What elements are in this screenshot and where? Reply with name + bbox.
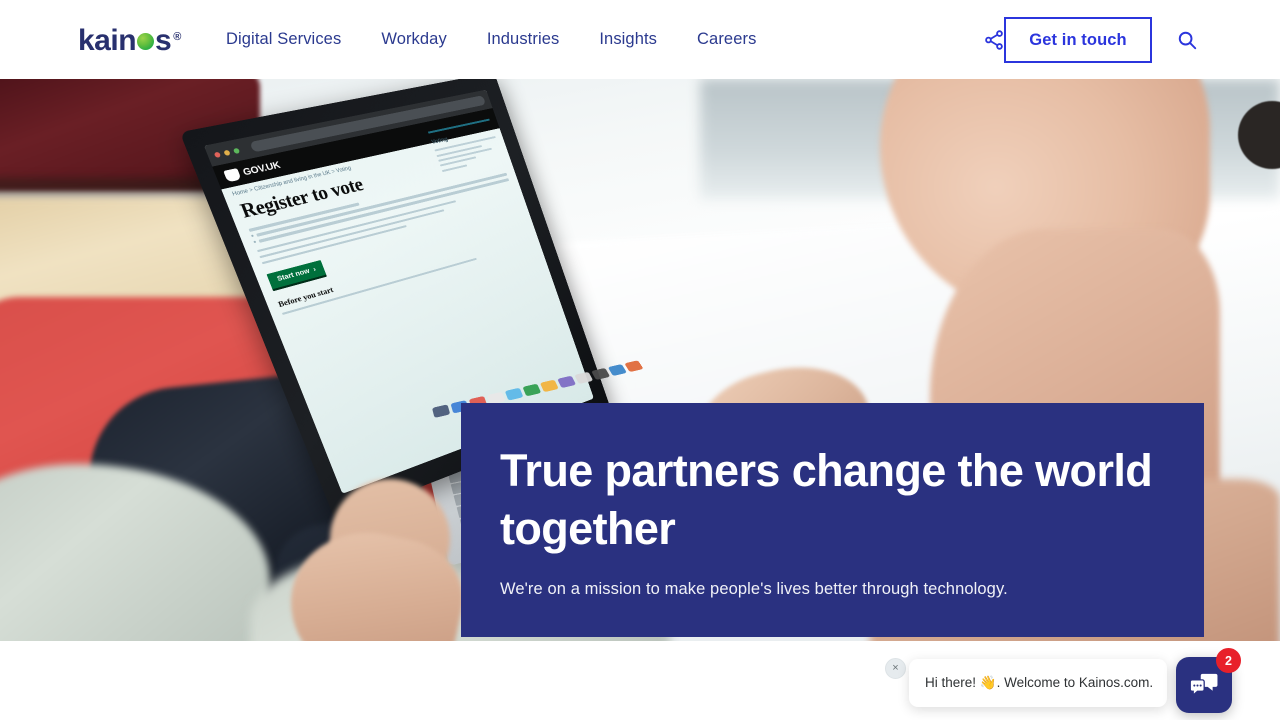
dock-app-icon: [574, 371, 594, 384]
chat-unread-badge: 2: [1216, 648, 1241, 673]
nav-item-digital-services[interactable]: Digital Services: [226, 30, 341, 49]
nav-item-industries[interactable]: Industries: [487, 30, 560, 49]
browser-maximize-dot-icon: [232, 147, 241, 154]
dock-app-icon: [522, 383, 542, 397]
start-now-label: Start now: [276, 267, 311, 283]
nav-item-workday[interactable]: Workday: [381, 30, 447, 49]
primary-navigation: Digital Services Workday Industries Insi…: [226, 0, 756, 79]
bullet-icon: [253, 240, 257, 244]
govuk-wordmark: GOV.UK: [241, 158, 282, 178]
get-in-touch-button[interactable]: Get in touch: [1004, 17, 1152, 63]
search-icon[interactable]: [1176, 29, 1198, 51]
share-icon[interactable]: [983, 29, 1005, 51]
page-root: kain s ® Digital Services Workday Indust…: [0, 0, 1280, 720]
hero-text-panel: True partners change the world together …: [461, 403, 1204, 637]
hero-subheading: We're on a mission to make people's live…: [500, 580, 1008, 598]
site-header: kain s ® Digital Services Workday Indust…: [0, 0, 1280, 79]
dock-app-icon: [431, 404, 451, 418]
bullet-icon: [250, 234, 255, 238]
browser-minimize-dot-icon: [223, 149, 231, 156]
kainos-logo[interactable]: kain s ®: [78, 26, 181, 56]
nav-item-careers[interactable]: Careers: [697, 30, 756, 49]
crown-icon: [223, 167, 242, 182]
registered-trademark-icon: ®: [173, 31, 182, 43]
dock-app-icon: [590, 367, 611, 380]
chat-close-button[interactable]: ×: [885, 658, 906, 679]
logo-green-dot-icon: [137, 33, 155, 50]
dock-app-icon: [557, 375, 576, 388]
dock-app-icon: [504, 387, 524, 401]
logo-text-kain: kain: [78, 24, 137, 57]
chat-bubbles-icon: [1189, 673, 1218, 697]
dock-app-icon: [624, 359, 644, 372]
browser-close-dot-icon: [213, 151, 221, 158]
chat-greeting-message[interactable]: Hi there! 👋. Welcome to Kainos.com.: [909, 659, 1167, 707]
nav-item-insights[interactable]: Insights: [599, 30, 657, 49]
hero-heading: True partners change the world together: [500, 445, 1153, 554]
logo-text-s: s: [155, 24, 172, 57]
dock-app-icon: [539, 379, 559, 392]
dock-app-icon: [607, 363, 627, 376]
chevron-right-icon: ›: [311, 265, 317, 273]
govuk-start-now-button[interactable]: Start now ›: [266, 259, 327, 289]
